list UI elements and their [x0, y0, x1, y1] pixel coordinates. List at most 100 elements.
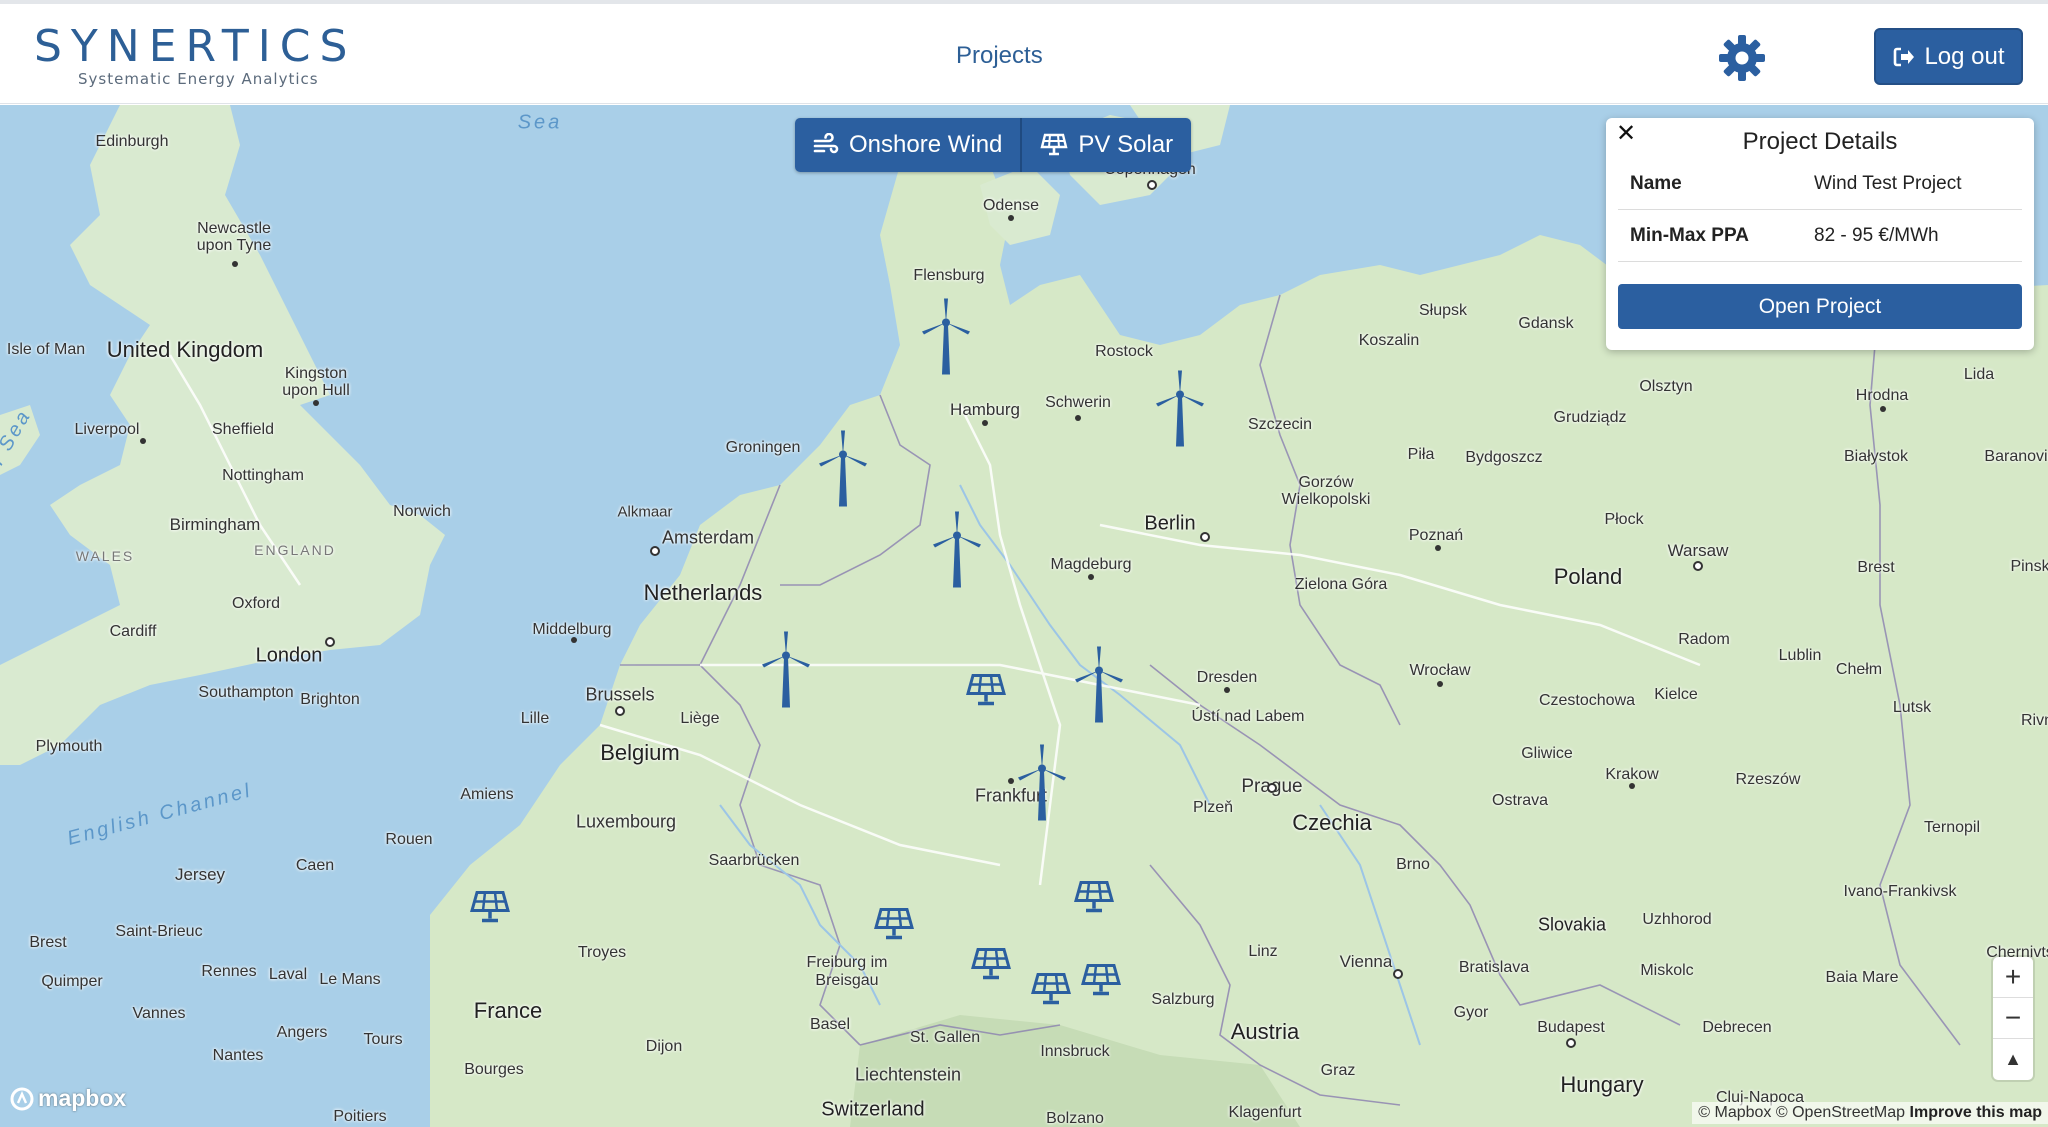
- region-label: WALES: [75, 548, 135, 564]
- city-dot: [1224, 687, 1230, 693]
- onshore-wind-button[interactable]: Onshore Wind: [795, 118, 1023, 172]
- wind-turbine-icon: [1156, 370, 1204, 447]
- solar-panel-icon: [1081, 964, 1121, 996]
- compass-button[interactable]: ▲: [1993, 1039, 2033, 1080]
- city-label: Gyor: [1453, 1004, 1489, 1021]
- city-label: Norwich: [393, 503, 451, 520]
- wind-turbine-marker[interactable]: [930, 511, 984, 595]
- city-label: Lutsk: [1892, 699, 1932, 716]
- city-label: Piła: [1407, 446, 1435, 463]
- capital-marker: [615, 706, 625, 716]
- city-label: Płock: [1604, 511, 1644, 528]
- city-label: Brighton: [300, 691, 360, 708]
- city-label: London: [255, 644, 323, 667]
- wind-turbine-marker[interactable]: [1153, 370, 1207, 454]
- wind-icon: [813, 133, 839, 154]
- solar-panel-marker[interactable]: [971, 947, 1011, 988]
- wind-turbine-icon: [819, 430, 867, 507]
- city-label: Oxford: [231, 595, 281, 612]
- wind-turbine-marker[interactable]: [759, 631, 813, 715]
- solar-panel-icon: [470, 891, 510, 923]
- layer-toggle: Onshore Wind PV Solar: [795, 118, 1192, 172]
- wind-turbine-marker[interactable]: [919, 298, 973, 382]
- city-label: Rouen: [385, 831, 433, 848]
- city-label: Hrodna: [1855, 387, 1909, 404]
- city-label: Zielona Góra: [1294, 576, 1388, 593]
- capital-marker: [325, 637, 335, 647]
- city-label: Flensburg: [913, 267, 985, 284]
- city-label: Lida: [1963, 366, 1995, 383]
- mapbox-icon: [10, 1087, 34, 1110]
- city-label: Ústí nad Labem: [1191, 708, 1305, 725]
- capital-marker: [1393, 969, 1403, 979]
- close-icon[interactable]: ✕: [1616, 122, 1636, 146]
- region-label: ENGLAND: [254, 542, 336, 558]
- wind-turbine-marker[interactable]: [1072, 646, 1126, 730]
- city-label: Plymouth: [35, 738, 103, 755]
- city-dot: [1880, 406, 1886, 412]
- city-label: Liverpool: [74, 421, 140, 438]
- mapbox-logo[interactable]: mapbox: [10, 1085, 126, 1112]
- attribution-text[interactable]: © Mapbox © OpenStreetMap: [1698, 1104, 1905, 1121]
- map-canvas[interactable]: Sea English Channel h Sea United Kingdom…: [0, 105, 2048, 1127]
- city-label: Birmingham: [169, 515, 261, 534]
- pv-solar-button[interactable]: PV Solar: [1022, 118, 1192, 172]
- city-label: Klagenfurt: [1228, 1104, 1302, 1121]
- country-label: Austria: [1230, 1019, 1300, 1044]
- city-label: Olsztyn: [1639, 378, 1693, 395]
- pv-solar-label: PV Solar: [1078, 131, 1174, 158]
- solar-panel-marker[interactable]: [966, 673, 1006, 714]
- sea-label: Sea: [517, 111, 563, 134]
- wind-turbine-marker[interactable]: [1015, 744, 1069, 828]
- city-label: Freiburg im Breisgau: [806, 954, 888, 989]
- logout-button[interactable]: Log out: [1874, 28, 2023, 85]
- city-label: Czestochowa: [1538, 692, 1636, 709]
- solar-panel-marker[interactable]: [1074, 880, 1114, 921]
- open-project-button[interactable]: Open Project: [1618, 284, 2022, 329]
- city-label: Nantes: [212, 1047, 264, 1064]
- city-label: Luxembourg: [575, 811, 677, 832]
- city-label: Innsbruck: [1040, 1043, 1110, 1060]
- wind-turbine-icon: [922, 298, 970, 375]
- city-dot: [1008, 215, 1014, 221]
- solar-panel-marker[interactable]: [1081, 963, 1121, 1004]
- city-label: Newcastle upon Tyne: [196, 220, 272, 254]
- gear-icon[interactable]: [1718, 34, 1766, 82]
- city-label: Tours: [363, 1031, 403, 1048]
- city-label: Southampton: [198, 684, 294, 701]
- zoom-in-button[interactable]: +: [1993, 957, 2033, 998]
- logo[interactable]: SYNERTICS Systematic Energy Analytics: [34, 24, 364, 89]
- city-label: Liechtenstein: [854, 1064, 962, 1085]
- city-label: Jersey: [174, 865, 226, 884]
- city-label: Berlin: [1144, 512, 1196, 535]
- wind-turbine-marker[interactable]: [816, 430, 870, 514]
- city-label: Gorzów Wielkopolski: [1281, 474, 1371, 508]
- map-zoom-controls: + − ▲: [1993, 957, 2033, 1080]
- city-label: Salzburg: [1151, 991, 1215, 1008]
- city-label: Pinsk: [2010, 558, 2048, 575]
- city-label: Rzeszów: [1735, 771, 1801, 788]
- city-label: Graz: [1320, 1062, 1356, 1079]
- popup-title: Project Details: [1742, 128, 1898, 155]
- nav-projects-link[interactable]: Projects: [956, 42, 1043, 70]
- city-label: Baia Mare: [1825, 969, 1899, 986]
- wind-turbine-icon: [1018, 744, 1066, 821]
- city-label: Ivano-Frankivsk: [1843, 883, 1957, 900]
- city-label: Słupsk: [1418, 302, 1468, 319]
- city-label: Ternopil: [1923, 819, 1981, 836]
- country-label: Hungary: [1560, 1072, 1644, 1097]
- solar-panel-marker[interactable]: [874, 907, 914, 948]
- solar-panel-marker[interactable]: [1031, 972, 1071, 1013]
- city-label: Edinburgh: [95, 133, 169, 150]
- city-dot: [982, 420, 988, 426]
- city-dot: [313, 400, 319, 406]
- city-label: Vannes: [132, 1005, 186, 1022]
- zoom-out-button[interactable]: −: [1993, 998, 2033, 1039]
- city-label: Saint-Brieuc: [115, 923, 203, 940]
- detail-value: 82 - 95 €/MWh: [1814, 224, 1939, 246]
- city-dot: [140, 438, 146, 444]
- wind-turbine-icon: [762, 631, 810, 708]
- solar-panel-marker[interactable]: [470, 890, 510, 931]
- improve-map-link[interactable]: Improve this map: [1910, 1104, 2042, 1121]
- city-label: Quimper: [41, 973, 103, 990]
